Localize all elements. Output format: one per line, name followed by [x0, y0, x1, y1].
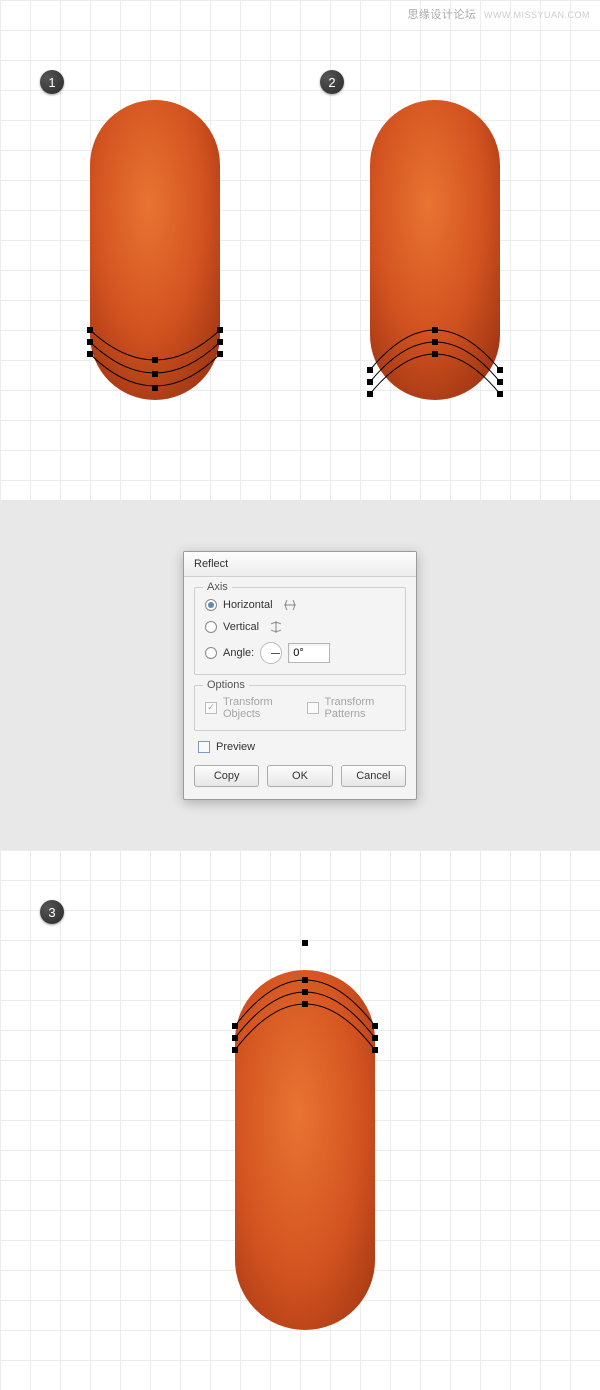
watermark: 思缘设计论坛 WWW.MISSYUAN.COM: [407, 6, 590, 22]
angle-input[interactable]: [288, 643, 330, 663]
check-label: Transform Patterns: [325, 696, 395, 720]
dialog-title: Reflect: [184, 552, 416, 577]
axis-fieldset: Axis Horizontal Vertical: [194, 587, 406, 675]
check-transform-patterns: Transform Patterns: [307, 696, 395, 720]
pill-shape-1[interactable]: [70, 90, 250, 450]
radio-angle[interactable]: Angle:: [205, 642, 395, 664]
step-badge-3: 3: [40, 900, 64, 924]
dialog-panel: Reflect Axis Horizontal Vertical: [0, 500, 600, 850]
checkbox-icon: [307, 702, 319, 714]
radio-dot-angle[interactable]: [205, 647, 217, 659]
radio-dot-vertical[interactable]: [205, 621, 217, 633]
radio-label: Vertical: [223, 621, 259, 633]
checkbox-icon[interactable]: [198, 741, 210, 753]
options-fieldset: Options Transform Objects Transform Patt…: [194, 685, 406, 731]
canvas-panel-bottom[interactable]: 3: [0, 850, 600, 1390]
radio-label: Angle:: [223, 647, 254, 659]
reflect-dialog: Reflect Axis Horizontal Vertical: [183, 551, 417, 800]
radio-vertical[interactable]: Vertical: [205, 620, 395, 634]
step-badge-1: 1: [40, 70, 64, 94]
radio-dot-horizontal[interactable]: [205, 599, 217, 611]
pill-shape-2[interactable]: [350, 90, 530, 450]
step-number: 3: [48, 905, 55, 920]
step-number: 1: [48, 75, 55, 90]
watermark-text: 思缘设计论坛: [407, 9, 476, 21]
options-legend: Options: [203, 679, 249, 691]
vertical-reflect-icon: [267, 620, 285, 634]
horizontal-reflect-icon: [281, 598, 299, 612]
pill-shape-3[interactable]: [210, 940, 400, 1360]
check-label: Transform Objects: [223, 696, 291, 720]
canvas-panel-top[interactable]: 1 2: [0, 0, 600, 500]
ok-button[interactable]: OK: [267, 765, 332, 787]
check-transform-objects: Transform Objects: [205, 696, 291, 720]
copy-button[interactable]: Copy: [194, 765, 259, 787]
angle-dial[interactable]: [260, 642, 282, 664]
radio-horizontal[interactable]: Horizontal: [205, 598, 395, 612]
watermark-url: WWW.MISSYUAN.COM: [484, 10, 590, 20]
cancel-button[interactable]: Cancel: [341, 765, 406, 787]
axis-legend: Axis: [203, 581, 232, 593]
preview-checkbox[interactable]: Preview: [198, 741, 406, 753]
dialog-button-row: Copy OK Cancel: [194, 765, 406, 787]
radio-label: Horizontal: [223, 599, 273, 611]
checkbox-icon: [205, 702, 217, 714]
step-badge-2: 2: [320, 70, 344, 94]
preview-label: Preview: [216, 741, 255, 753]
step-number: 2: [328, 75, 335, 90]
